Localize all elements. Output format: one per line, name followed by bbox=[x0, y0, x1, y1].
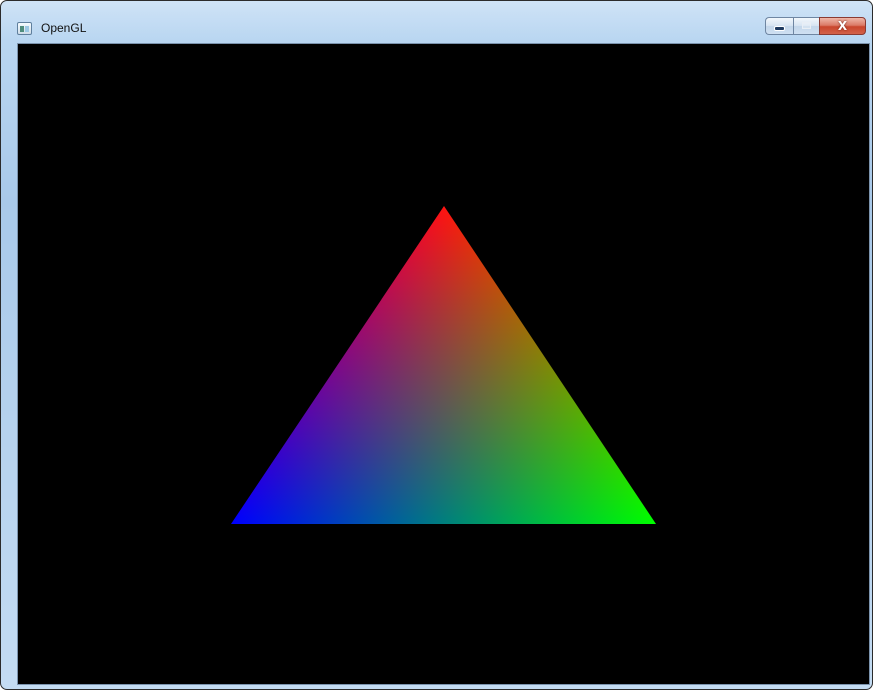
window-controls: X bbox=[765, 17, 866, 35]
render-canvas bbox=[18, 44, 869, 684]
close-icon: X bbox=[837, 19, 848, 33]
opengl-window: OpenGL X bbox=[0, 0, 873, 690]
maximize-button[interactable] bbox=[793, 17, 819, 35]
minimize-icon bbox=[775, 27, 784, 30]
minimize-button[interactable] bbox=[765, 17, 793, 35]
opengl-render-area[interactable] bbox=[17, 43, 870, 685]
application-window-icon[interactable] bbox=[17, 22, 32, 35]
icon-pane bbox=[25, 26, 29, 32]
window-title: OpenGL bbox=[41, 21, 87, 35]
icon-pane bbox=[20, 26, 24, 32]
title-bar[interactable]: OpenGL X bbox=[1, 1, 872, 43]
maximize-icon bbox=[802, 22, 811, 29]
close-button[interactable]: X bbox=[819, 17, 866, 35]
